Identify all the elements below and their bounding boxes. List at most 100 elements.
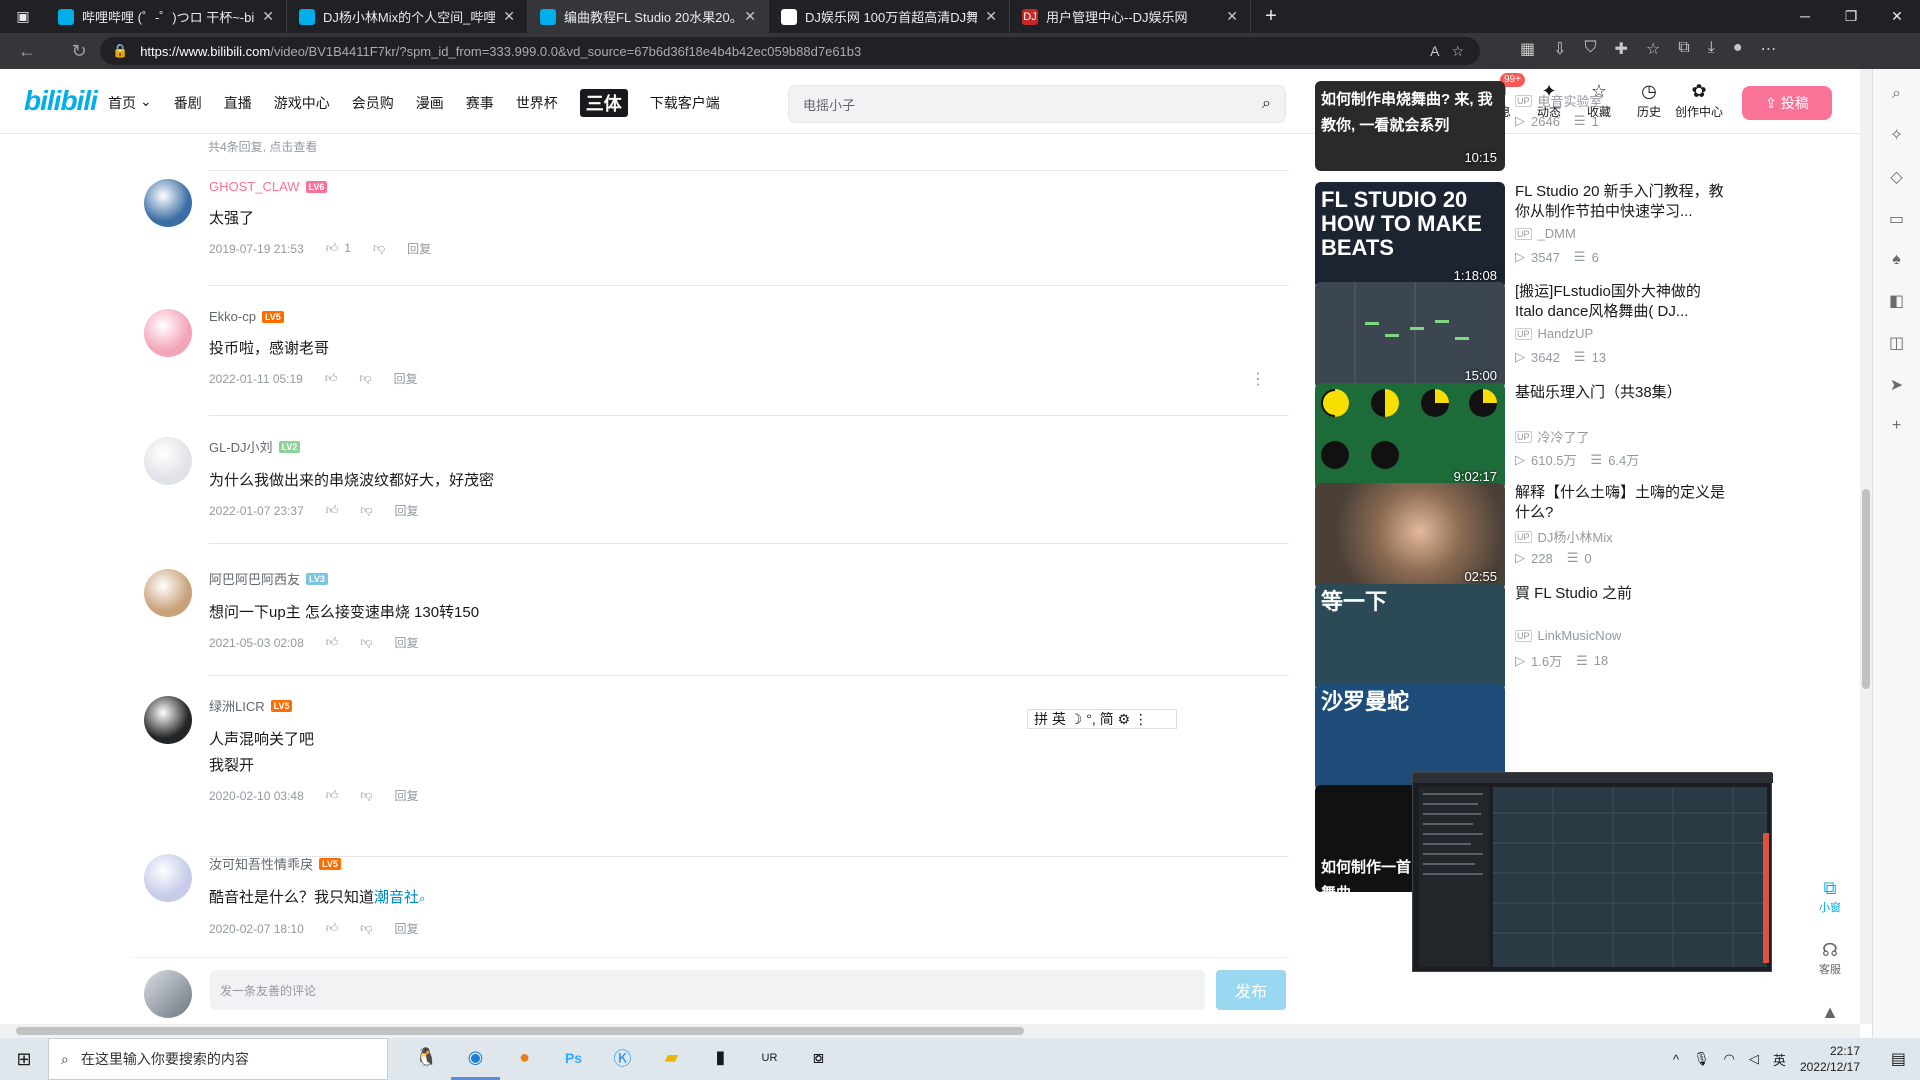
uploader[interactable]: UP 电音实验室 xyxy=(1515,91,1603,110)
recommend-item[interactable]: 15:00 [搬运]FLstudio国外大神做的Italo dance风格舞曲( … xyxy=(1315,282,1735,390)
photoshop-icon[interactable]: Ps xyxy=(549,1038,598,1080)
comment-username[interactable]: 阿巴阿巴阿西友 xyxy=(209,569,300,588)
read-aloud-icon[interactable]: A xyxy=(1430,43,1439,60)
nav-item[interactable]: 首页 xyxy=(108,93,136,121)
tab-actions-icon[interactable]: ▣ xyxy=(0,0,46,33)
more-options-icon[interactable]: ⋮ xyxy=(1250,369,1266,389)
browser-tab[interactable]: DJ杨小林Mix的个人空间_哔哩哔 ✕ xyxy=(287,0,528,33)
tag-icon[interactable]: ◇ xyxy=(1890,167,1902,187)
reply-button[interactable]: 回复 xyxy=(407,240,431,257)
wifi-icon[interactable]: ◠ xyxy=(1724,1051,1735,1067)
briefcase-icon[interactable]: ▭ xyxy=(1889,209,1904,229)
video-thumbnail[interactable]: FL STUDIO 20 HOW TO MAKE BEATS 1:18:08 xyxy=(1315,182,1505,289)
comment-username[interactable]: Ekko-cp xyxy=(209,309,256,324)
extension-icon[interactable]: ▦ xyxy=(1520,39,1535,59)
send-icon[interactable]: ➤ xyxy=(1890,375,1903,395)
office-icon[interactable]: ◧ xyxy=(1889,291,1904,311)
horizontal-scrollbar[interactable] xyxy=(0,1024,1860,1038)
search-box[interactable]: 电摇小子 ⌕ xyxy=(788,85,1286,123)
minimize-icon[interactable]: ─ xyxy=(1782,0,1828,33)
profile-icon[interactable]: ● xyxy=(1733,39,1743,59)
ime-toolbar[interactable]: 拼 英 ☽ °, 简 ⚙ ⋮ xyxy=(1027,709,1177,729)
comment-username[interactable]: GHOST_CLAW xyxy=(209,179,300,194)
search-icon[interactable]: ⌕ xyxy=(1262,95,1271,113)
browser-tab[interactable]: 哔哩哔哩 (゜-゜)つロ 干杯~-bili ✕ xyxy=(46,0,287,33)
avatar[interactable] xyxy=(144,696,192,744)
nav-item[interactable]: 游戏中心 xyxy=(274,93,330,121)
downloads-icon[interactable]: ⤓ xyxy=(1708,39,1715,59)
vertical-scroll-thumb[interactable] xyxy=(1862,489,1870,689)
screenshot-icon[interactable]: ⧇ xyxy=(794,1038,843,1080)
url-field[interactable]: 🔒 https://www.bilibili.com/video/BV1B441… xyxy=(100,37,1480,65)
nav-item[interactable]: 赛事 xyxy=(466,93,494,121)
browser-tab[interactable]: 编曲教程FL Studio 20水果20。怎 ✕ xyxy=(528,0,769,33)
thumb-down-icon[interactable]: 👎︎ xyxy=(373,241,385,256)
video-title[interactable]: 解释【什么土嗨】土嗨的定义是什么? xyxy=(1515,483,1725,523)
restore-icon[interactable]: ❐ xyxy=(1828,0,1874,33)
refresh-icon[interactable]: ↻ xyxy=(62,41,96,62)
video-title[interactable]: 基础乐理入门（共38集） xyxy=(1515,383,1725,423)
tab-close-icon[interactable]: ✕ xyxy=(985,8,997,25)
reply-button[interactable]: 回复 xyxy=(394,502,418,519)
sparkle-icon[interactable]: ✧ xyxy=(1890,125,1903,145)
like-button[interactable]: 👍︎ 1 xyxy=(326,241,351,256)
edge-icon[interactable]: ◉ xyxy=(451,1038,500,1080)
qq-icon[interactable]: 🐧 xyxy=(402,1038,451,1080)
comment-input[interactable]: 发一条友善的评论 xyxy=(210,970,1205,1010)
windows-start-icon[interactable]: ⊞ xyxy=(0,1049,48,1070)
like-button[interactable]: 👍︎ xyxy=(326,503,339,518)
nav-item[interactable]: 漫画 xyxy=(416,93,444,121)
comment-username[interactable]: 汝可知吾性情乖戾 xyxy=(209,854,313,873)
uploader[interactable]: UP DJ杨小林Mix xyxy=(1515,527,1613,546)
thumb-down-icon[interactable]: 👎︎ xyxy=(360,921,372,936)
notification-icon[interactable]: ▤ xyxy=(1891,1049,1906,1069)
like-button[interactable]: 👍︎ xyxy=(326,635,339,650)
vertical-scrollbar[interactable] xyxy=(1860,69,1872,1024)
new-tab-button[interactable]: + xyxy=(1251,5,1291,28)
video-thumbnail[interactable]: 如何制作串烧舞曲? 来, 我教你, 一看就会系列 10:15 xyxy=(1315,81,1505,171)
nav-item[interactable]: 会员购 xyxy=(352,93,394,121)
reply-summary[interactable]: 共4条回复, 点击查看 xyxy=(208,138,317,155)
search-input[interactable]: 电摇小子 xyxy=(803,95,1262,114)
nav-item[interactable]: 世界杯 xyxy=(516,93,558,121)
tray-expand-icon[interactable]: ^ xyxy=(1673,1052,1679,1067)
reply-button[interactable]: 回复 xyxy=(394,920,418,937)
side-button-mini-window[interactable]: ⧉ 小窗 xyxy=(1810,869,1850,923)
download-ext-icon[interactable]: ⇩ xyxy=(1553,39,1566,59)
site-logo[interactable]: bilibili xyxy=(24,85,98,117)
uploader[interactable]: UP 冷冷了了 xyxy=(1515,427,1590,446)
thumb-down-icon[interactable]: 👎︎ xyxy=(359,371,371,386)
ime-indicator[interactable]: 英 xyxy=(1773,1050,1786,1069)
puzzle-icon[interactable]: ✚ xyxy=(1615,39,1628,59)
favorites-icon[interactable]: ☆ xyxy=(1646,39,1660,59)
back-icon[interactable]: ← xyxy=(10,41,44,62)
nav-item[interactable]: 直播 xyxy=(224,93,252,121)
side-button-top[interactable]: ▲顶部 xyxy=(1810,993,1850,1024)
collections-icon[interactable]: ⧉ xyxy=(1678,39,1689,59)
avatar[interactable] xyxy=(144,309,192,357)
nav-item[interactable]: 三体 xyxy=(579,89,628,117)
clock[interactable]: 22:17 2022/12/17 xyxy=(1800,1043,1860,1075)
thumb-down-icon[interactable]: 👎︎ xyxy=(360,635,372,650)
like-button[interactable]: 👍︎ xyxy=(326,788,339,803)
shield-icon[interactable]: ⛉ xyxy=(1585,39,1597,59)
menu-icon[interactable]: ⋯ xyxy=(1760,39,1776,59)
thumb-down-icon[interactable]: 👎︎ xyxy=(360,788,372,803)
tab-close-icon[interactable]: ✕ xyxy=(744,8,756,25)
video-thumbnail[interactable]: 9:02:17 xyxy=(1315,383,1505,490)
send-button[interactable]: 发布 xyxy=(1216,970,1286,1010)
video-title[interactable]: [搬运]FLstudio国外大神做的Italo dance风格舞曲( DJ... xyxy=(1515,282,1725,322)
reply-button[interactable]: 回复 xyxy=(394,787,418,804)
outlook-icon[interactable]: ◫ xyxy=(1889,333,1904,353)
uploader[interactable]: UP _DMM xyxy=(1515,226,1576,241)
recommend-item[interactable]: 如何制作串烧舞曲? 来, 我教你, 一看就会系列 10:15 UP 电音实验室 ▷ 264… xyxy=(1315,81,1735,189)
recommend-item[interactable]: FL STUDIO 20 HOW TO MAKE BEATS 1:18:08 FL … xyxy=(1315,182,1735,290)
comment-link[interactable]: 潮音社 xyxy=(374,889,419,906)
picture-in-picture[interactable] xyxy=(1412,772,1773,972)
uploader[interactable]: UP HandzUP xyxy=(1515,326,1593,341)
kugou-icon[interactable]: Ⓚ xyxy=(598,1038,647,1080)
video-title[interactable]: 買 FL Studio 之前 xyxy=(1515,584,1725,624)
avatar[interactable] xyxy=(144,437,192,485)
search-icon[interactable]: ⌕ xyxy=(419,893,425,905)
video-title[interactable]: FL Studio 20 新手入门教程，教你从制作节拍中快速学习... xyxy=(1515,182,1725,222)
